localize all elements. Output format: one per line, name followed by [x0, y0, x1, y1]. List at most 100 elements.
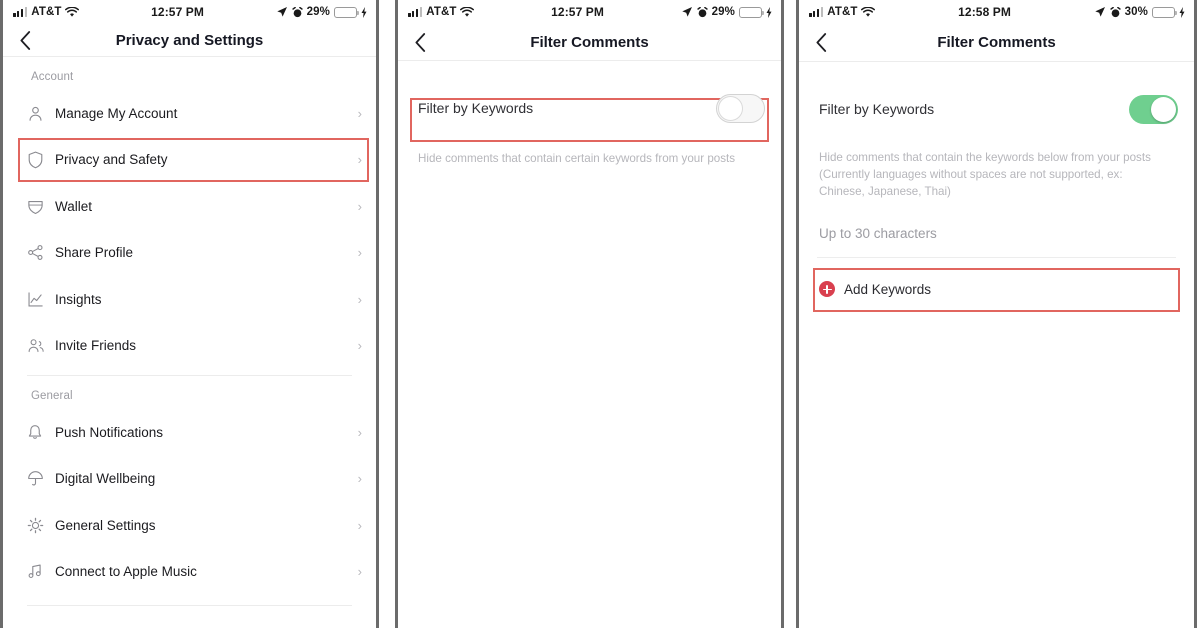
filter-helper-text: Hide comments that contain certain keywo…	[418, 152, 736, 165]
sidebar-item-label: Share Profile	[55, 245, 134, 261]
sidebar-item-wallet[interactable]: Wallet ›	[3, 183, 376, 230]
status-bar: AT&T 12:58 PM 30%	[799, 0, 1194, 24]
filter-by-keywords-row[interactable]: Filter by Keywords	[799, 84, 1194, 134]
sidebar-item-insights[interactable]: Insights ›	[3, 276, 376, 323]
chevron-left-icon	[415, 32, 425, 52]
sidebar-item-label: Manage My Account	[55, 105, 178, 121]
sidebar-item-digital-wellbeing[interactable]: Digital Wellbeing ›	[3, 456, 376, 503]
alarm-clock-icon	[1110, 6, 1121, 17]
location-arrow-icon	[276, 7, 287, 17]
status-bar-right: 29%	[276, 6, 367, 18]
status-bar-time: 12:58 PM	[958, 5, 1011, 19]
page-title: Filter Comments	[937, 34, 1056, 51]
sidebar-item-label: General Settings	[55, 517, 156, 533]
phone-screen-filter-comments-off: AT&T 12:57 PM 29% Filter Comments Filter…	[395, 0, 784, 628]
settings-list-general: Push Notifications › Digital Wellbeing ›…	[3, 409, 376, 595]
panel-gap	[379, 0, 395, 628]
chevron-right-icon: ›	[357, 291, 362, 307]
sidebar-item-label: Privacy and Safety	[55, 152, 168, 168]
sidebar-item-invite-friends[interactable]: Invite Friends ›	[3, 323, 376, 370]
wifi-icon	[65, 6, 80, 17]
plus-circle-icon	[819, 281, 835, 298]
battery-icon	[739, 6, 765, 18]
back-button[interactable]	[799, 33, 843, 52]
wifi-icon	[460, 6, 475, 17]
battery-icon	[334, 6, 360, 18]
chevron-right-icon: ›	[357, 198, 362, 214]
filter-by-keywords-toggle[interactable]	[716, 93, 765, 123]
section-header-account: Account	[31, 71, 74, 83]
phone-screen-privacy-and-settings: AT&T 12:57 PM 29% Privacy and Settings A…	[0, 0, 379, 628]
filter-helper-text: Hide comments that contain the keywords …	[819, 151, 1151, 198]
sidebar-item-manage-my-account[interactable]: Manage My Account ›	[3, 90, 376, 137]
battery-icon	[1152, 6, 1178, 18]
signal-bars-icon	[809, 7, 824, 17]
chevron-right-icon: ›	[357, 471, 362, 487]
screenshot-stage: AT&T 12:57 PM 29% Privacy and Settings A…	[0, 0, 1200, 628]
status-bar-time: 12:57 PM	[551, 5, 604, 19]
filter-by-keywords-label: Filter by Keywords	[819, 101, 935, 117]
share-nodes-icon	[27, 244, 55, 261]
bottom-divider	[27, 605, 352, 606]
nav-bar: Filter Comments	[398, 24, 781, 61]
charging-bolt-icon	[766, 6, 772, 18]
filter-by-keywords-label: Filter by Keywords	[418, 100, 534, 116]
charging-bolt-icon	[361, 6, 367, 18]
status-bar-time: 12:57 PM	[151, 5, 204, 19]
chevron-right-icon: ›	[357, 517, 362, 533]
carrier-label: AT&T	[827, 6, 858, 18]
person-icon	[27, 105, 55, 122]
status-bar-left: AT&T	[408, 6, 475, 18]
nav-bar: Privacy and Settings	[3, 24, 376, 57]
chevron-right-icon: ›	[357, 424, 362, 440]
back-button[interactable]	[398, 32, 442, 52]
sidebar-item-label: Insights	[55, 291, 102, 307]
sidebar-item-privacy-and-safety[interactable]: Privacy and Safety ›	[3, 137, 376, 184]
chevron-left-icon	[20, 30, 30, 50]
battery-percent-label: 29%	[306, 6, 330, 18]
sidebar-item-general-settings[interactable]: General Settings ›	[3, 502, 376, 549]
sidebar-item-label: Wallet	[55, 198, 93, 214]
carrier-label: AT&T	[426, 6, 457, 18]
filter-by-keywords-row[interactable]: Filter by Keywords	[398, 83, 781, 133]
status-bar: AT&T 12:57 PM 29%	[398, 0, 781, 24]
phone-screen-filter-comments-on: AT&T 12:58 PM 30% Filter Comments Filter…	[796, 0, 1197, 628]
wallet-icon	[27, 198, 55, 215]
status-bar-left: AT&T	[809, 6, 876, 18]
sidebar-item-label: Push Notifications	[55, 424, 164, 440]
signal-bars-icon	[408, 7, 423, 17]
sidebar-item-label: Digital Wellbeing	[55, 471, 156, 487]
chevron-right-icon: ›	[357, 152, 362, 168]
battery-percent-label: 30%	[1124, 6, 1148, 18]
battery-percent-label: 29%	[711, 6, 735, 18]
add-keywords-button[interactable]: Add Keywords	[799, 266, 1194, 312]
signal-bars-icon	[13, 7, 28, 17]
carrier-label: AT&T	[31, 6, 62, 18]
add-keywords-divider	[817, 257, 1176, 259]
filter-by-keywords-toggle[interactable]	[1129, 94, 1178, 124]
page-title: Filter Comments	[530, 33, 649, 51]
char-limit-label: Up to 30 characters	[819, 226, 937, 242]
charging-bolt-icon	[1179, 6, 1185, 18]
gear-icon	[27, 517, 55, 534]
chevron-right-icon: ›	[357, 564, 362, 580]
sidebar-item-share-profile[interactable]: Share Profile ›	[3, 230, 376, 277]
location-arrow-icon	[681, 7, 692, 17]
section-header-general: General	[31, 390, 73, 402]
add-keywords-label: Add Keywords	[844, 281, 932, 297]
sidebar-item-push-notifications[interactable]: Push Notifications ›	[3, 409, 376, 456]
panel-gap	[784, 0, 796, 628]
settings-list-account: Manage My Account › Privacy and Safety ›…	[3, 90, 376, 369]
sidebar-item-label: Connect to Apple Music	[55, 564, 197, 580]
sidebar-item-connect-to-apple-music[interactable]: Connect to Apple Music ›	[3, 549, 376, 596]
sidebar-item-label: Invite Friends	[55, 338, 137, 354]
status-bar-right: 29%	[681, 6, 772, 18]
status-bar-right: 30%	[1094, 6, 1185, 18]
alarm-clock-icon	[292, 6, 303, 17]
shield-icon	[27, 151, 55, 169]
nav-bar: Filter Comments	[799, 24, 1194, 62]
back-button[interactable]	[3, 30, 47, 50]
bell-icon	[27, 424, 55, 441]
page-title: Privacy and Settings	[115, 31, 264, 49]
umbrella-icon	[27, 470, 55, 487]
